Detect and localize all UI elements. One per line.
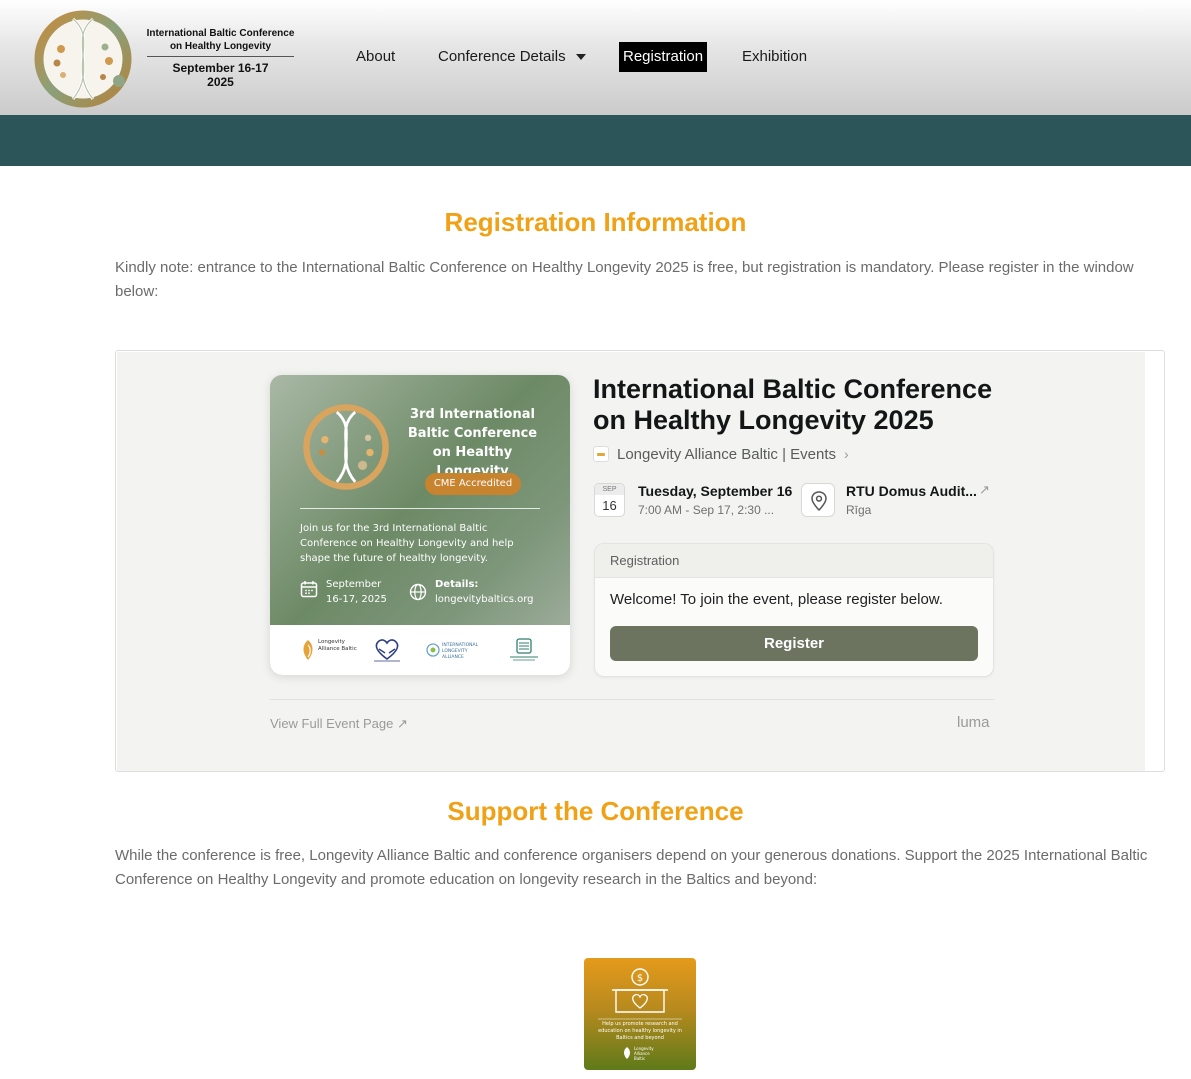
poster-heading-line1: 3rd International: [410, 407, 535, 422]
poster-logo-icon: [300, 401, 392, 493]
nav-conference-details-label: Conference Details: [438, 48, 566, 65]
registration-welcome: Welcome! To join the event, please regis…: [610, 591, 943, 608]
location-pin-icon: [801, 483, 835, 517]
event-poster[interactable]: 3rd International Baltic Conference on H…: [270, 375, 570, 675]
event-title-line1: International Baltic Conference: [593, 374, 993, 404]
partner-lab-name: Longevity Alliance Baltic: [318, 639, 357, 652]
event-host[interactable]: Longevity Alliance Baltic | Events ›: [593, 444, 849, 464]
nav-registration[interactable]: Registration: [619, 42, 708, 72]
donate-tile-text: Help us promote research and education o…: [598, 1021, 682, 1041]
donate-brand-line3: Baltic: [634, 1056, 646, 1061]
embed-divider: [270, 699, 994, 700]
event-location[interactable]: RTU Domus Audit...: [846, 483, 977, 499]
poster-date: September 16-17, 2025: [326, 577, 406, 607]
chevron-down-icon[interactable]: [575, 54, 586, 61]
poster-details-line1: Details:: [435, 579, 479, 590]
event-title-line2: on Healthy Longevity 2025: [593, 405, 934, 435]
chevron-right-icon: ›: [844, 446, 849, 462]
logo-title-line1: International Baltic Conference: [146, 28, 295, 39]
event-date: Tuesday, September 16: [638, 483, 793, 499]
logo-title-line2: on Healthy Longevity: [169, 41, 272, 52]
logo-date-line1: September 16-17: [172, 61, 269, 75]
registration-card: Registration Welcome! To join the event,…: [594, 543, 994, 677]
nav-exhibition[interactable]: Exhibition: [742, 42, 807, 72]
nav-about[interactable]: About: [356, 42, 395, 72]
partner-logo-longevity-alliance-baltic: Longevity Alliance Baltic: [300, 637, 357, 663]
event-time: 7:00 AM - Sep 17, 2:30 ...: [638, 503, 775, 517]
view-full-event-link[interactable]: View Full Event Page ↗: [270, 716, 408, 732]
event-title: International Baltic Conference on Healt…: [593, 374, 1013, 436]
event-city: Rīga: [846, 503, 872, 517]
poster-details-line2: longevitybaltics.org: [435, 594, 534, 605]
partner-logo-heart-hands-icon: [370, 637, 404, 663]
svg-text:$: $: [637, 973, 643, 984]
calendar-icon: [300, 580, 318, 598]
nav-conference-details[interactable]: Conference Details: [438, 42, 586, 72]
logo-date-line2: 2025: [207, 75, 234, 89]
donate-tile[interactable]: $ Help us promote research and education…: [584, 958, 696, 1070]
poster-heading-line2: Baltic Conference: [407, 426, 538, 441]
poster-partner-logos: Longevity Alliance Baltic INTERNATIONAL …: [270, 625, 570, 675]
site-header: International Baltic Conference on Healt…: [0, 0, 1191, 115]
host-name: Longevity Alliance Baltic | Events: [617, 445, 837, 463]
event-embed: 3rd International Baltic Conference on H…: [115, 350, 1165, 772]
poster-divider: [300, 508, 540, 509]
header-banner: [0, 115, 1191, 166]
logo-divider: [147, 56, 294, 57]
donate-brand: Longevity Alliance Baltic: [634, 1046, 654, 1061]
poster-date-line1: September: [326, 579, 382, 590]
poster-details: Details: longevitybaltics.org: [435, 577, 555, 607]
donation-box-icon: $: [598, 968, 682, 1020]
partner-logo-rtu-crest-icon: [508, 637, 540, 663]
support-title: Support the Conference: [447, 796, 744, 826]
registration-title: Registration Information: [444, 207, 747, 237]
date-calendar-icon: SEP 16: [594, 483, 625, 517]
luma-logo[interactable]: luma: [957, 714, 990, 731]
event-embed-content: 3rd International Baltic Conference on H…: [117, 352, 1145, 771]
registration-note: Kindly note: entrance to the Internation…: [115, 259, 1134, 300]
logo-text: International Baltic Conference on Healt…: [143, 27, 298, 89]
date-box-day: 16: [602, 498, 617, 513]
poster-date-line2: 16-17, 2025: [326, 594, 387, 605]
partner-logo-international-longevity-alliance: INTERNATIONAL LONGEVITY ALLIANCE: [426, 637, 490, 663]
longevity-alliance-leaf-icon: [624, 1047, 630, 1059]
registration-card-header: Registration: [595, 544, 993, 578]
conference-logo-icon[interactable]: [33, 9, 133, 109]
support-text: While the conference is free, Longevity …: [115, 847, 1148, 888]
external-link-icon[interactable]: ↗: [979, 482, 990, 498]
cme-badge: CME Accredited: [425, 473, 521, 495]
partner-ila-name: INTERNATIONAL LONGEVITY ALLIANCE: [442, 643, 479, 660]
register-button[interactable]: Register: [610, 626, 978, 661]
date-box-month: SEP: [595, 484, 624, 495]
poster-heading: 3rd International Baltic Conference on H…: [400, 405, 545, 481]
poster-body: Join us for the 3rd International Baltic…: [300, 523, 514, 564]
host-logo-icon: [593, 446, 609, 462]
globe-icon: [409, 583, 427, 601]
